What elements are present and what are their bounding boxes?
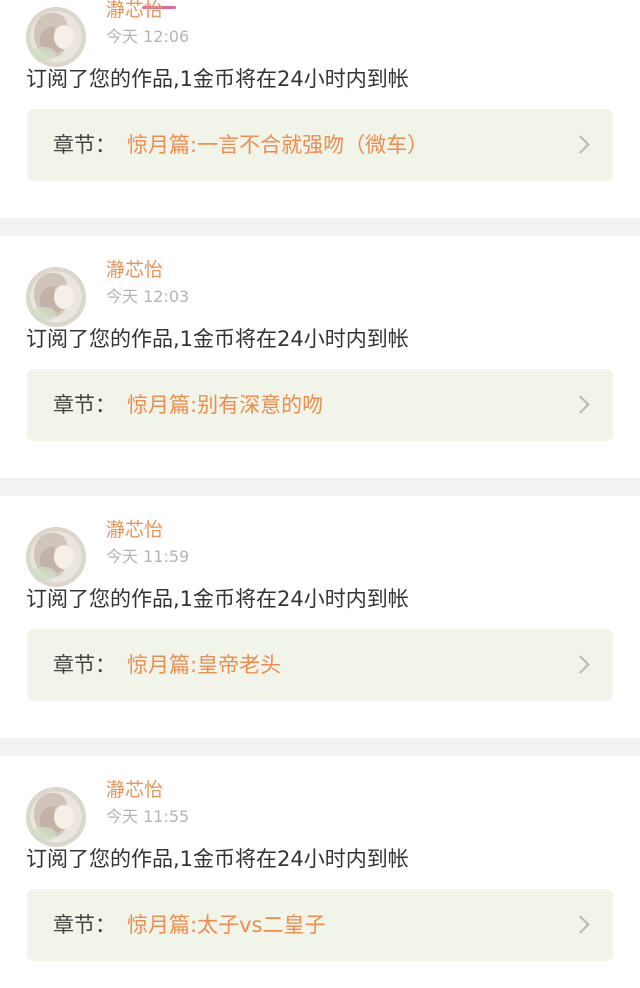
chapter-link[interactable]: 章节： 惊月篇:别有深意的吻	[27, 369, 613, 441]
chapter-link[interactable]: 章节： 惊月篇:太子vs二皇子	[27, 889, 613, 961]
notification-message: 订阅了您的作品,1金币将在24小时内到帐	[26, 327, 409, 351]
chapter-link[interactable]: 章节： 惊月篇:一言不合就强吻（微车）	[27, 109, 613, 181]
username[interactable]: 瀞芯怡	[106, 0, 163, 21]
chapter-title: 惊月篇:别有深意的吻	[127, 393, 324, 417]
notification-card: 瀞芯怡 今天 12:03 订阅了您的作品,1金币将在24小时内到帐 章节： 惊月…	[0, 242, 640, 460]
separator	[0, 738, 640, 756]
notification-message: 订阅了您的作品,1金币将在24小时内到帐	[26, 847, 409, 871]
notification-message: 订阅了您的作品,1金币将在24小时内到帐	[26, 587, 409, 611]
notification-card: 瀞芯怡 今天 12:06 订阅了您的作品,1金币将在24小时内到帐 章节： 惊月…	[0, 0, 640, 200]
notification-message: 订阅了您的作品,1金币将在24小时内到帐	[26, 67, 409, 91]
username[interactable]: 瀞芯怡	[106, 259, 163, 281]
chevron-right-icon	[571, 655, 590, 674]
chapter-label: 章节：	[53, 133, 116, 157]
notification-card: 瀞芯怡 今天 11:59 订阅了您的作品,1金币将在24小时内到帐 章节： 惊月…	[0, 502, 640, 720]
notification-card: 瀞芯怡 今天 11:55 订阅了您的作品,1金币将在24小时内到帐 章节： 惊月…	[0, 762, 640, 980]
timestamp: 今天 11:55	[106, 807, 190, 826]
chapter-label: 章节：	[53, 653, 116, 677]
chapter-title: 惊月篇:一言不合就强吻（微车）	[127, 133, 429, 157]
chapter-title: 惊月篇:皇帝老头	[127, 653, 282, 677]
timestamp: 今天 12:03	[106, 287, 190, 306]
avatar[interactable]	[26, 527, 86, 587]
chevron-right-icon	[571, 915, 590, 934]
separator	[0, 218, 640, 236]
timestamp: 今天 12:06	[106, 27, 190, 46]
username[interactable]: 瀞芯怡	[106, 519, 163, 541]
chevron-right-icon	[571, 395, 590, 414]
avatar[interactable]	[26, 787, 86, 847]
avatar[interactable]	[26, 267, 86, 327]
timestamp: 今天 11:59	[106, 547, 190, 566]
chapter-label: 章节：	[53, 913, 116, 937]
chevron-right-icon	[571, 135, 590, 154]
separator	[0, 478, 640, 496]
chapter-title: 惊月篇:太子vs二皇子	[127, 913, 326, 937]
chapter-label: 章节：	[53, 393, 116, 417]
username[interactable]: 瀞芯怡	[106, 779, 163, 801]
chapter-link[interactable]: 章节： 惊月篇:皇帝老头	[27, 629, 613, 701]
avatar[interactable]	[26, 7, 86, 67]
